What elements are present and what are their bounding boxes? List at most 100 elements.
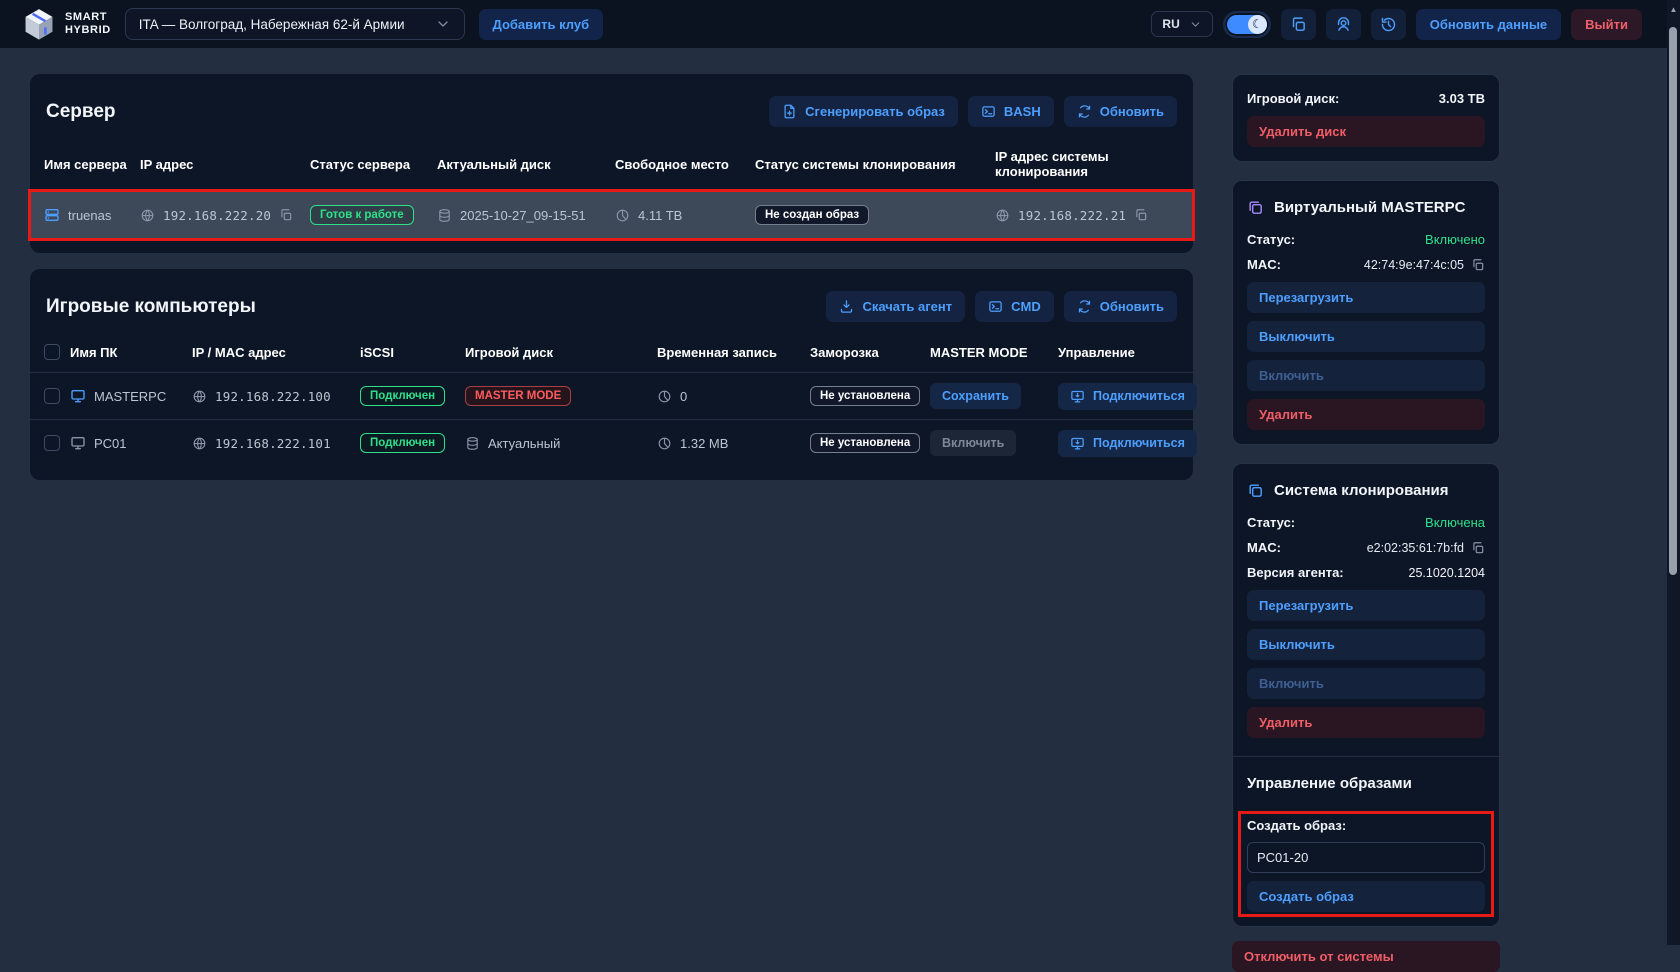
gauge-icon [615,208,630,223]
server-icon [44,207,60,223]
support-button[interactable] [1326,9,1361,40]
cmd-button[interactable]: CMD [975,291,1054,322]
pc-ip: 192.168.222.100 [215,389,331,404]
vm-icon [1247,199,1264,216]
pc-name: PC01 [94,436,127,451]
free-space-value: 4.11 TB [638,208,682,223]
select-all-checkbox[interactable] [44,344,60,360]
logout-button[interactable]: Выйти [1571,9,1642,40]
pc-name: MASTERPC [94,389,166,404]
vm-shutdown-button[interactable]: Выключить [1247,321,1485,352]
copy-icon[interactable] [1471,258,1485,272]
copy-icon[interactable] [1471,541,1485,555]
connect-button[interactable]: Подключиться [1058,430,1197,457]
generate-image-button[interactable]: Сгенерировать образ [769,96,958,127]
copy-logs-button[interactable] [1281,9,1316,40]
connect-button[interactable]: Подключиться [1058,383,1197,410]
freeze-badge: Не установлена [810,433,920,453]
delete-disk-button[interactable]: Удалить диск [1247,116,1485,147]
clone-shutdown-button[interactable]: Выключить [1247,629,1485,660]
agent-version-value: 25.1020.1204 [1409,566,1485,580]
iscsi-status-badge: Подключен [360,433,445,453]
vm-delete-button[interactable]: Удалить [1247,399,1485,430]
game-disk-value: 3.03 TB [1439,91,1485,106]
support-icon [1335,16,1352,33]
master-mode-save-button[interactable]: Сохранить [930,383,1021,409]
image-management-title: Управление образами [1247,775,1485,792]
scrollbar-thumb[interactable] [1669,27,1677,575]
create-image-input[interactable] [1247,842,1485,873]
chevron-down-icon [1189,18,1202,31]
virtual-masterpc-card: Виртуальный MASTERPC Статус: Включено MA… [1232,180,1500,445]
clone-reboot-button[interactable]: Перезагрузить [1247,590,1485,621]
add-club-button[interactable]: Добавить клуб [479,9,604,40]
globe-icon [192,389,207,404]
right-sidebar: Игровой диск: 3.03 TB Удалить диск Вирту… [1232,74,1500,972]
clone-system-card: Система клонирования Статус: Включена MA… [1232,463,1500,927]
iscsi-status-badge: Подключен [360,386,445,406]
clone-poweron-button[interactable]: Включить [1247,668,1485,699]
game-disk-value: Актуальный [488,436,560,451]
table-row-masterpc[interactable]: MASTERPC 192.168.222.100 Подключен MASTE… [30,372,1193,419]
page-scrollbar[interactable]: ▲ [1667,0,1680,945]
history-button[interactable] [1371,9,1406,40]
freeze-badge: Не установлена [810,386,920,406]
main-column: Сервер Сгенерировать образ BASH Обновить [30,74,1193,972]
row-checkbox[interactable] [44,435,60,451]
server-panel: Сервер Сгенерировать образ BASH Обновить [30,74,1193,253]
clone-delete-button[interactable]: Удалить [1247,707,1485,738]
copy-icon[interactable] [1134,208,1148,222]
create-image-group: Создать образ: Создать образ [1247,818,1485,912]
server-panel-title: Сервер [46,101,116,123]
chevron-down-icon [435,16,451,32]
file-plus-icon [782,104,797,119]
master-mode-enable-button[interactable]: Включить [930,430,1016,456]
game-disk-card: Игровой диск: 3.03 TB Удалить диск [1232,74,1500,162]
disk-icon [437,208,452,223]
vm-mac-value: 42:74:9e:47:4c:05 [1364,258,1464,272]
temp-write-value: 0 [680,389,687,404]
server-status-badge: Готов к работе [310,205,414,225]
refresh-data-button[interactable]: Обновить данные [1416,9,1561,40]
row-checkbox[interactable] [44,388,60,404]
table-row-pc01[interactable]: PC01 192.168.222.101 Подключен Актуальны… [30,419,1193,466]
server-table-header: Имя сервера IP адрес Статус сервера Акту… [30,131,1193,191]
clone-ip: 192.168.222.21 [1018,208,1126,223]
language-selector[interactable]: RU [1151,11,1212,37]
game-disk-label: Игровой диск: [1247,91,1339,106]
server-row[interactable]: truenas 192.168.222.20 Готов к работе 20… [30,191,1193,239]
terminal-icon [988,299,1003,314]
copy-icon[interactable] [279,208,293,222]
monitor-icon [70,388,86,404]
create-image-button[interactable]: Создать образ [1247,881,1485,912]
gauge-icon [657,436,672,451]
refresh-icon [1077,299,1092,314]
globe-icon [995,208,1010,223]
disconnect-button[interactable]: Отключить от системы [1232,941,1500,972]
vm-reboot-button[interactable]: Перезагрузить [1247,282,1485,313]
game-disk-badge: MASTER MODE [465,386,571,406]
scrollbar-up-arrow[interactable]: ▲ [1667,0,1680,14]
moon-icon: ☾ [1248,15,1267,34]
theme-toggle[interactable]: ☾ [1223,11,1271,38]
club-selector-value: ITA — Волгоград, Набережная 62-й Армии [139,17,405,32]
monitor-connect-icon [1070,389,1085,404]
server-refresh-button[interactable]: Обновить [1064,96,1177,127]
monitor-connect-icon [1070,436,1085,451]
topbar-right: RU ☾ Обновить данные Выйти [1151,9,1658,40]
logo-cube-icon [22,7,56,41]
history-icon [1380,16,1397,33]
vm-card-title: Виртуальный MASTERPC [1274,199,1465,216]
globe-icon [192,436,207,451]
clone-mac-value: e2:02:35:61:7b:fd [1367,541,1464,555]
computers-refresh-button[interactable]: Обновить [1064,291,1177,322]
refresh-icon [1077,104,1092,119]
app-logo: SMART HYBRID [22,7,111,41]
bash-button[interactable]: BASH [968,96,1054,127]
monitor-icon [70,435,86,451]
server-ip: 192.168.222.20 [163,208,271,223]
club-selector[interactable]: ITA — Волгоград, Набережная 62-й Армии [125,8,465,40]
download-agent-button[interactable]: Скачать агент [826,291,965,322]
vm-poweron-button[interactable]: Включить [1247,360,1485,391]
logo-text: SMART HYBRID [65,11,111,36]
